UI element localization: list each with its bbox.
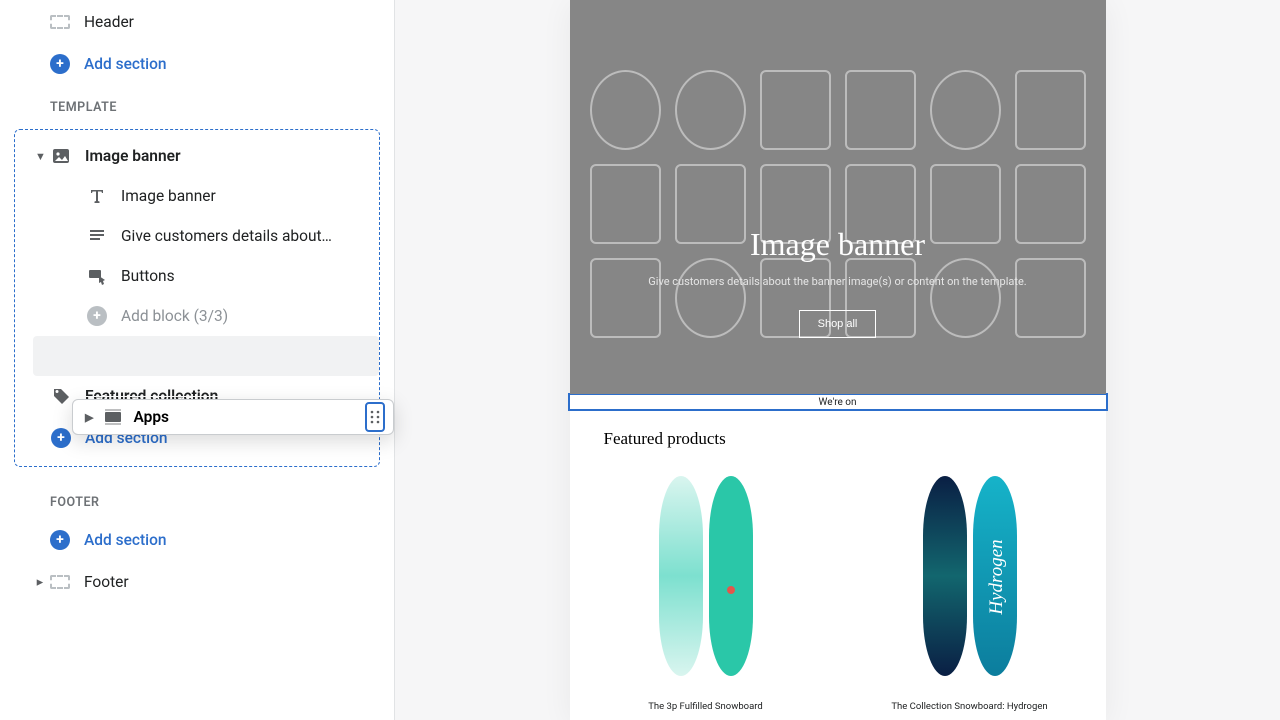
add-section-header[interactable]: + Add section (0, 42, 394, 86)
collapse-icon[interactable]: ▼ (35, 150, 46, 163)
plus-icon: + (51, 428, 71, 448)
add-block-label: Add block (3/3) (121, 307, 228, 325)
expand-icon: ▶ (85, 411, 93, 424)
add-section-label: Add section (84, 531, 167, 549)
section-preview-featured-collection[interactable]: Featured products The 3p Fulfilled Snowb… (570, 411, 1106, 712)
product-image (606, 471, 806, 681)
product-title: The Collection Snowboard: Hydrogen (891, 701, 1047, 712)
sidebar-item-label: Header (84, 13, 134, 31)
paragraph-icon (87, 226, 107, 246)
dragging-section-apps[interactable]: ▶ Apps (72, 399, 394, 435)
footer-heading: FOOTER (0, 481, 394, 518)
section-placeholder-icon (50, 572, 70, 592)
sidebar-item-label: Footer (84, 573, 129, 591)
plus-icon: + (50, 54, 70, 74)
drag-handle-icon[interactable] (365, 402, 385, 432)
add-section-label: Add section (84, 55, 167, 73)
section-label: Image banner (85, 147, 181, 165)
add-section-footer[interactable]: + Add section (0, 518, 394, 562)
add-block-disabled: + Add block (3/3) (15, 296, 379, 336)
sidebar-item-header[interactable]: Header (0, 2, 394, 42)
expand-icon[interactable]: ▼ (33, 577, 46, 588)
theme-editor-sidebar: Header + Add section TEMPLATE ▼ Image ba… (0, 0, 395, 720)
preview-panel: Image banner Give customers details abou… (395, 0, 1280, 720)
buttons-icon (87, 266, 107, 286)
text-heading-icon (87, 186, 107, 206)
plus-icon-disabled: + (87, 306, 107, 326)
block-label: Image banner (121, 187, 216, 205)
section-image-banner[interactable]: ▼ Image banner (15, 136, 379, 176)
app-section-text: We're on (818, 397, 856, 408)
product-image (870, 471, 1070, 681)
template-heading: TEMPLATE (0, 86, 394, 123)
product-card[interactable]: The Collection Snowboard: Hydrogen (868, 471, 1072, 712)
selected-app-section[interactable]: We're on (568, 393, 1108, 411)
dragging-label: Apps (133, 408, 169, 426)
storefront-preview: Image banner Give customers details abou… (570, 0, 1106, 720)
product-grid: The 3p Fulfilled Snowboard The Collectio… (604, 471, 1072, 712)
product-card[interactable]: The 3p Fulfilled Snowboard (604, 471, 808, 712)
drop-target-slot (33, 336, 379, 376)
block-buttons[interactable]: Buttons (15, 256, 379, 296)
plus-icon: + (50, 530, 70, 550)
section-placeholder-icon (50, 12, 70, 32)
image-icon (51, 146, 71, 166)
block-heading[interactable]: Image banner (15, 176, 379, 216)
banner-cta-button[interactable]: Shop all (799, 310, 877, 338)
sidebar-item-footer[interactable]: ▼ Footer (0, 562, 394, 602)
section-preview-image-banner[interactable]: Image banner Give customers details abou… (570, 0, 1106, 394)
tag-icon (51, 386, 71, 406)
block-label: Give customers details about… (121, 227, 332, 245)
app-block-icon (103, 407, 123, 427)
banner-heading: Image banner (750, 226, 925, 263)
banner-subtext: Give customers details about the banner … (648, 275, 1026, 288)
featured-heading: Featured products (604, 429, 1072, 449)
product-title: The 3p Fulfilled Snowboard (648, 701, 763, 712)
block-label: Buttons (121, 267, 175, 285)
block-text[interactable]: Give customers details about… (15, 216, 379, 256)
